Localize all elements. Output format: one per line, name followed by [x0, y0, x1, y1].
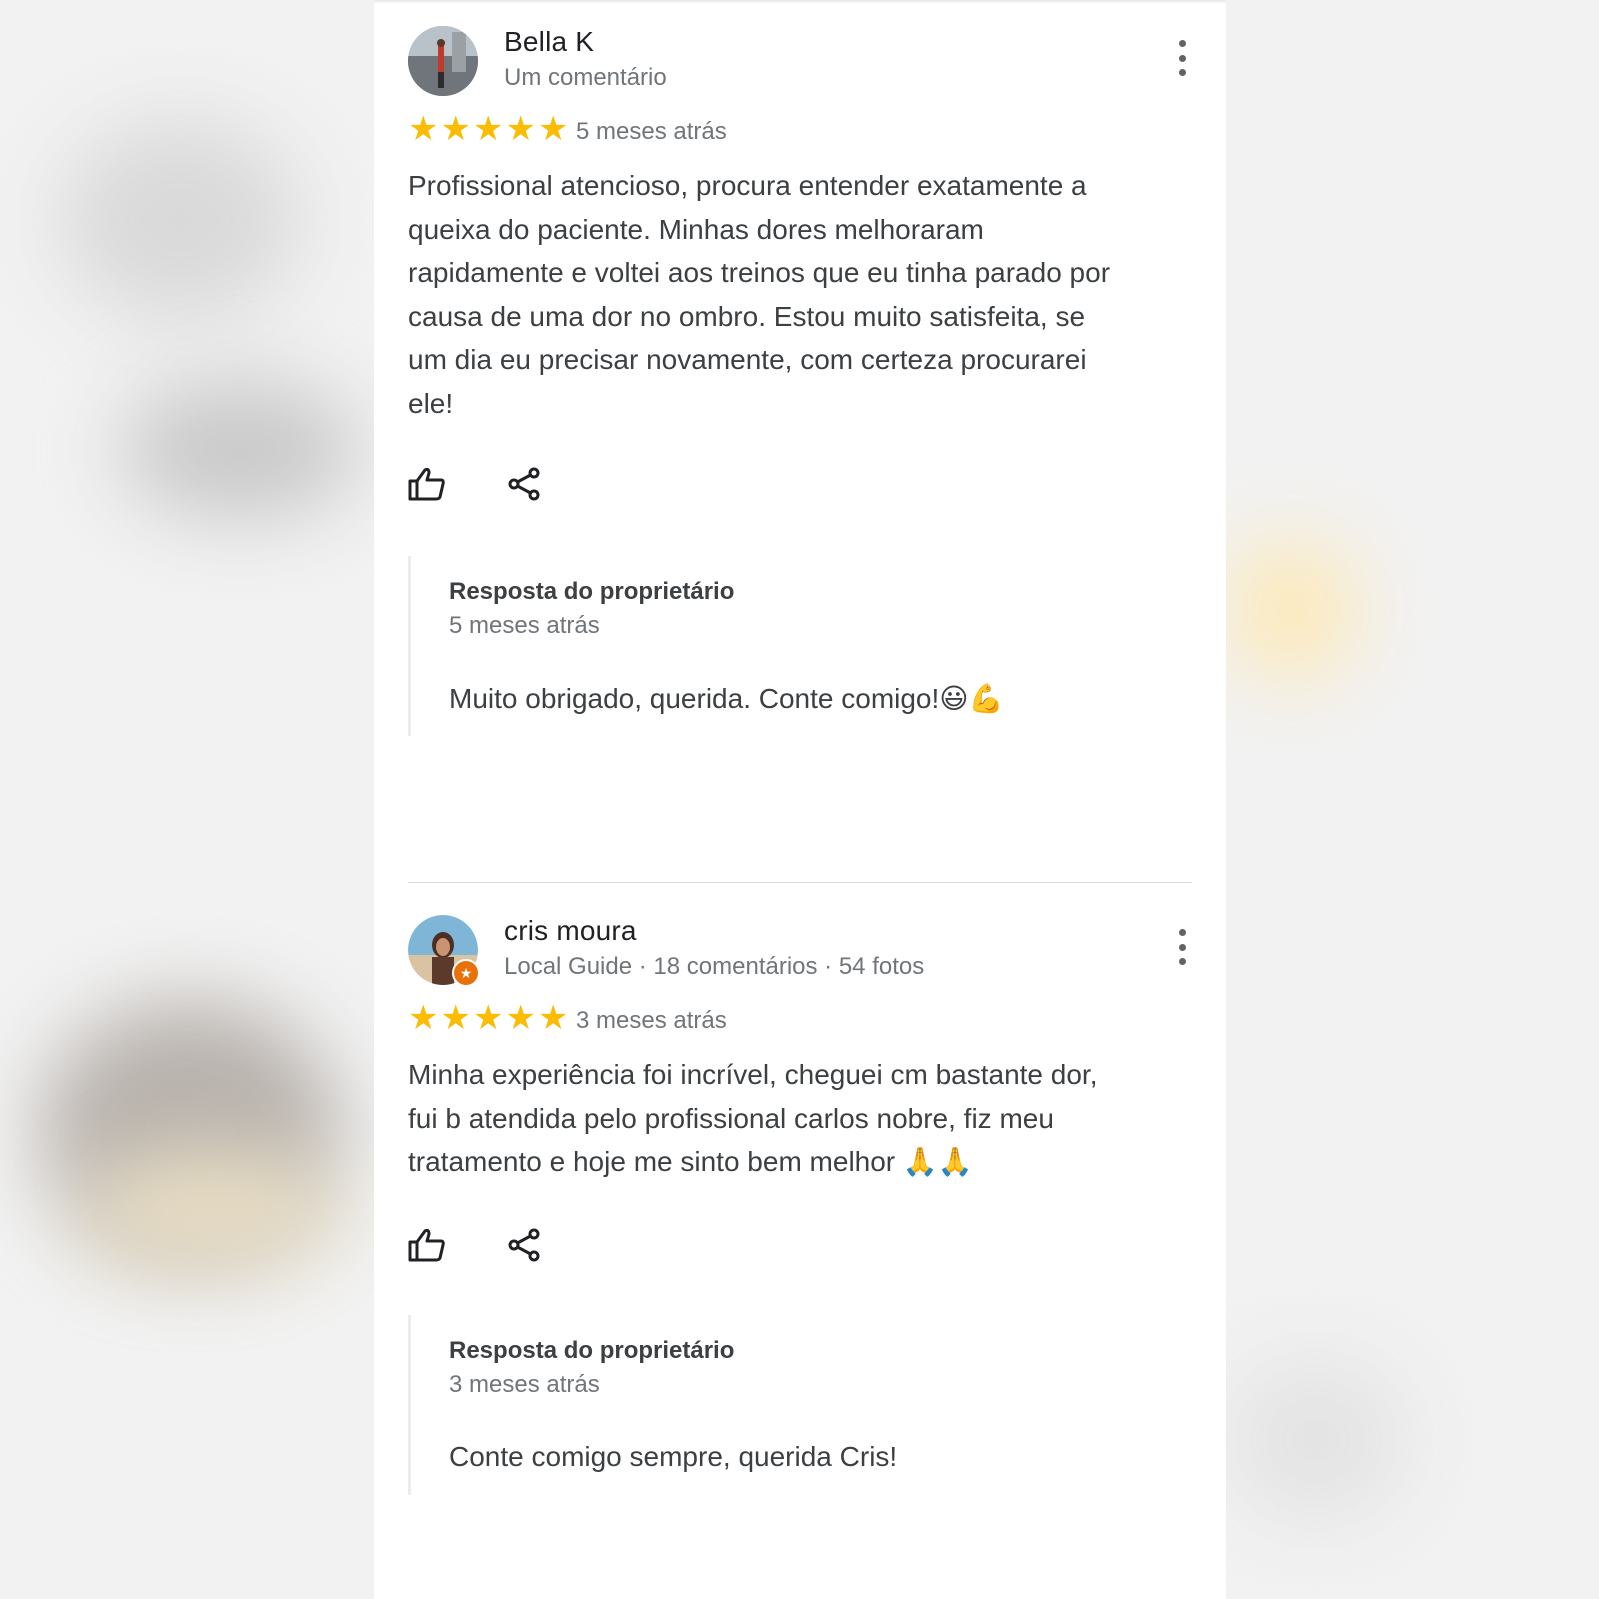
local-guide-badge-icon: ★ [452, 959, 480, 987]
more-vert-icon[interactable] [1172, 40, 1192, 76]
background-blur-shape [60, 120, 300, 320]
review-actions [408, 466, 542, 502]
share-icon[interactable] [506, 466, 542, 502]
star-icon: ★ [537, 999, 569, 1037]
reply-title: Resposta do proprietário [449, 578, 735, 605]
avatar[interactable] [408, 26, 478, 96]
share-icon[interactable] [506, 1227, 542, 1263]
owner-reply: Resposta do proprietário 5 meses atrás M… [408, 556, 1171, 736]
review-text: Minha experiência foi incrível, cheguei … [408, 1059, 1098, 1177]
reply-date: 3 meses atrás [449, 1371, 600, 1398]
background-blur-shape [1226, 1360, 1406, 1520]
star-icon: ★ [472, 110, 504, 148]
reply-text: Muito obrigado, querida. Conte comigo!😃💪 [449, 683, 1004, 714]
reply-date: 5 meses atrás [449, 612, 600, 639]
review-date: 5 meses atrás [576, 118, 727, 145]
review-actions [408, 1227, 542, 1263]
review-text: Profissional atencioso, procura entender… [408, 170, 1111, 419]
star-icon: ★ [472, 999, 504, 1037]
background-blur-shape [120, 380, 360, 520]
reviews-panel: Bella K Um comentário ★ ★ ★ ★ ★ 5 meses … [374, 0, 1226, 1599]
star-icon: ★ [505, 110, 536, 148]
reply-title: Resposta do proprietário [449, 1337, 735, 1364]
avatar[interactable]: ★ [408, 915, 480, 987]
reviewer-name[interactable]: cris moura [504, 915, 637, 947]
background-blur-shape [1226, 540, 1356, 680]
star-icon: ★ [537, 110, 569, 148]
rating-stars: ★ ★ ★ ★ ★ [408, 1001, 568, 1035]
reply-text: Conte comigo sempre, querida Cris! [449, 1441, 898, 1472]
panel-top-edge [374, 0, 1226, 4]
reviewer-meta: Um comentário [504, 64, 667, 91]
thumb-up-icon[interactable] [408, 1227, 446, 1263]
star-icon: ★ [505, 999, 536, 1037]
more-vert-icon[interactable] [1172, 929, 1192, 965]
review-date: 3 meses atrás [576, 1007, 727, 1034]
star-icon: ★ [440, 110, 471, 148]
thumb-up-icon[interactable] [408, 466, 446, 502]
reviewer-meta: Local Guide · 18 comentários · 54 fotos [504, 953, 925, 980]
rating-stars: ★ ★ ★ ★ ★ [408, 112, 568, 146]
reviewer-name[interactable]: Bella K [504, 26, 594, 58]
background-blur-shape [80, 1150, 340, 1270]
star-icon: ★ [440, 999, 471, 1037]
star-icon: ★ [408, 110, 439, 148]
star-icon: ★ [408, 999, 439, 1037]
owner-reply: Resposta do proprietário 3 meses atrás C… [408, 1315, 1171, 1495]
review-divider [408, 882, 1192, 883]
